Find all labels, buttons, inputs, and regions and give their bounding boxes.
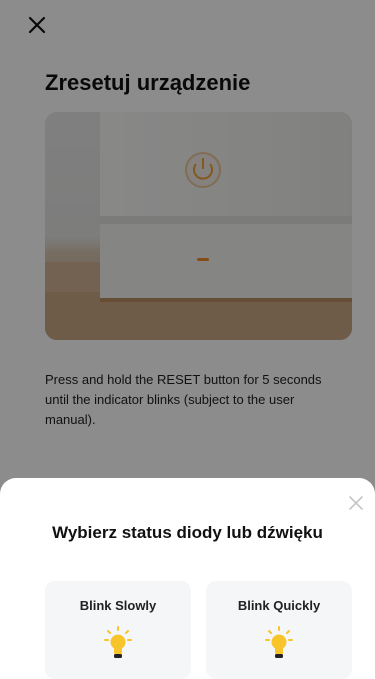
option-label: Blink Slowly bbox=[79, 598, 157, 613]
sheet-title: Wybierz status diody lub dźwięku bbox=[52, 523, 323, 542]
status-selection-sheet: Wybierz status diody lub dźwięku Blink S… bbox=[0, 478, 375, 679]
option-label: Blink Quickly bbox=[237, 598, 321, 613]
option-blink-slowly[interactable]: Blink Slowly bbox=[45, 581, 191, 679]
lightbulb-icon bbox=[104, 626, 132, 658]
option-blink-quickly[interactable]: Blink Quickly bbox=[206, 581, 352, 679]
close-icon[interactable] bbox=[347, 494, 365, 512]
lightbulb-icon bbox=[265, 626, 293, 658]
